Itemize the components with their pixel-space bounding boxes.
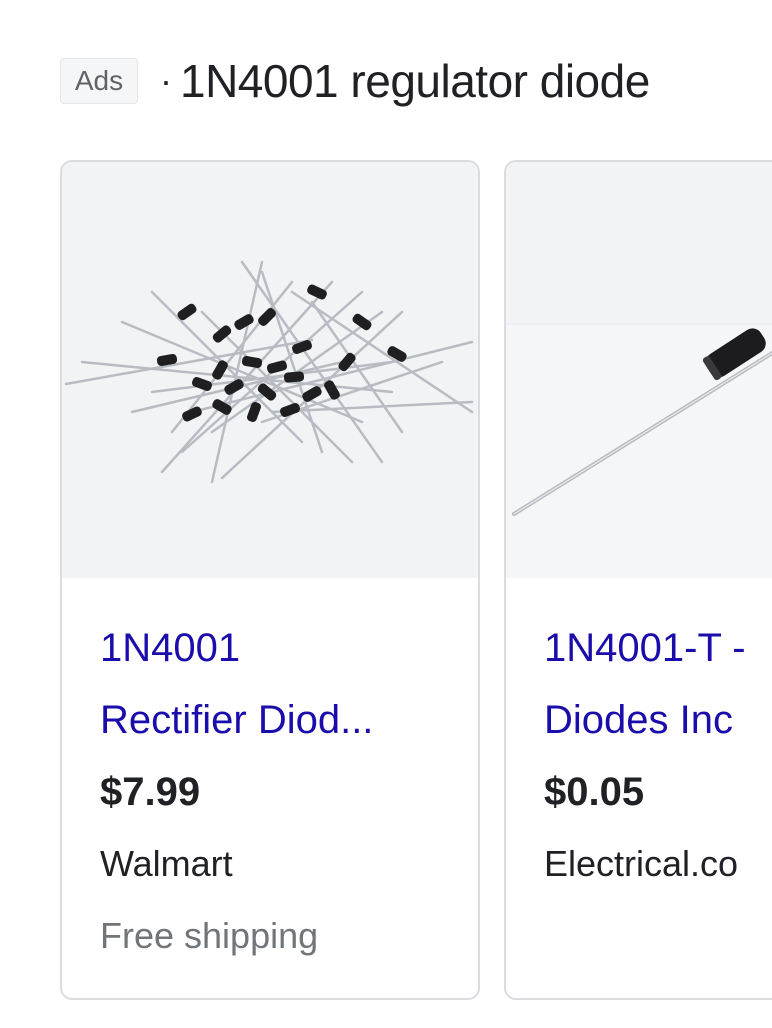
ads-header: Ads · 1N4001 regulator diode <box>60 52 650 110</box>
product-title-line[interactable]: 1N4001-T - <box>544 612 772 684</box>
product-image[interactable] <box>506 162 772 578</box>
product-price: $7.99 <box>100 770 201 814</box>
product-title-link[interactable]: 1N4001 Rectifier Diod... <box>100 612 450 756</box>
product-title-line[interactable]: Rectifier Diod... <box>100 684 450 756</box>
product-card[interactable]: 1N4001-T - Diodes Inc $0.05 Electrical.c… <box>504 160 772 1000</box>
separator-dot: · <box>160 60 172 101</box>
product-image[interactable] <box>62 162 478 578</box>
ads-badge: Ads <box>60 58 138 104</box>
product-info: 1N4001 Rectifier Diod... $7.99 Walmart F… <box>100 612 450 972</box>
product-title-line[interactable]: Diodes Inc <box>544 684 772 756</box>
single-diode-image <box>506 162 772 578</box>
product-merchant: Electrical.co <box>544 843 739 884</box>
product-carousel: 1N4001 Rectifier Diod... $7.99 Walmart F… <box>60 160 772 1000</box>
shopping-ads-panel: Ads · 1N4001 regulator diode 1N4001 Rect… <box>0 0 772 1028</box>
product-info: 1N4001-T - Diodes Inc $0.05 Electrical.c… <box>544 612 772 900</box>
product-card[interactable]: 1N4001 Rectifier Diod... $7.99 Walmart F… <box>60 160 480 1000</box>
product-title-line[interactable]: 1N4001 <box>100 612 450 684</box>
product-title-link[interactable]: 1N4001-T - Diodes Inc <box>544 612 772 756</box>
product-price: $0.05 <box>544 770 645 814</box>
ads-query-title: 1N4001 regulator diode <box>180 55 650 107</box>
product-merchant: Walmart <box>100 843 233 884</box>
pile-of-diodes-image <box>64 260 474 484</box>
product-shipping: Free shipping <box>100 915 319 956</box>
